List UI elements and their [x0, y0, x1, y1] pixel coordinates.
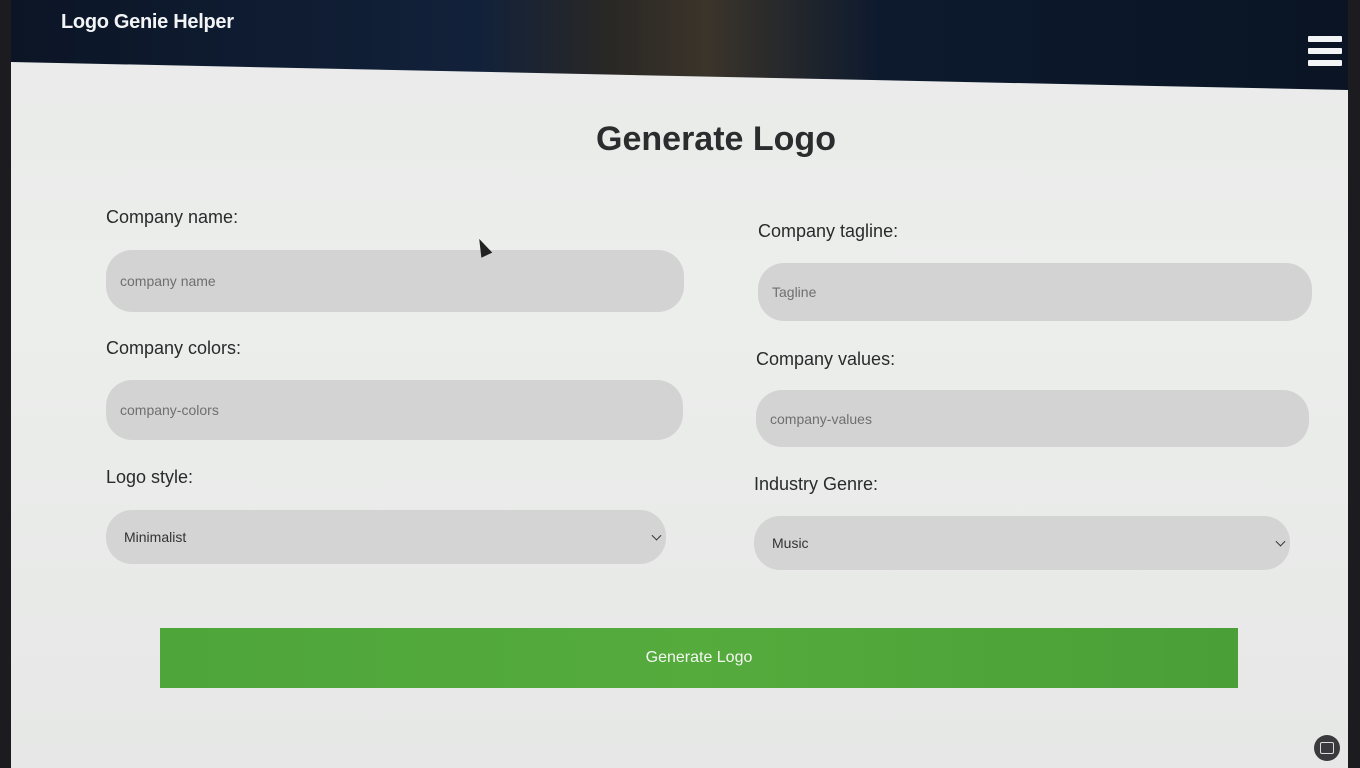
industry-genre-label: Industry Genre:: [754, 474, 879, 494]
chevron-down-icon: [1275, 536, 1286, 547]
hamburger-menu-icon[interactable]: [1308, 36, 1342, 70]
page-title: Generate Logo: [596, 120, 836, 158]
brand-name[interactable]: Logo Genie Helper: [61, 11, 234, 34]
company-values-input[interactable]: [756, 390, 1309, 447]
industry-genre-select[interactable]: Music: [754, 516, 1290, 570]
company-tagline-label: Company tagline:: [758, 221, 899, 241]
logo-style-selected-value: Minimalist: [124, 529, 187, 545]
photo-frame: Logo Genie Helper Generate Logo Company …: [0, 0, 1360, 768]
industry-genre-selected-value: Music: [772, 535, 809, 551]
logo-style-select[interactable]: Minimalist: [106, 510, 666, 564]
company-values-label: Company values:: [756, 349, 896, 369]
company-colors-input[interactable]: [106, 380, 683, 440]
generate-logo-button[interactable]: Generate Logo: [160, 628, 1238, 688]
company-tagline-input[interactable]: [758, 263, 1312, 321]
logo-style-label: Logo style:: [106, 467, 194, 487]
company-name-label: Company name:: [106, 207, 239, 227]
chevron-down-icon: [651, 530, 662, 541]
company-colors-label: Company colors:: [106, 338, 242, 358]
app-screen: Logo Genie Helper Generate Logo Company …: [11, 0, 1348, 768]
company-name-input[interactable]: [106, 250, 684, 312]
live-text-icon[interactable]: [1314, 735, 1340, 761]
